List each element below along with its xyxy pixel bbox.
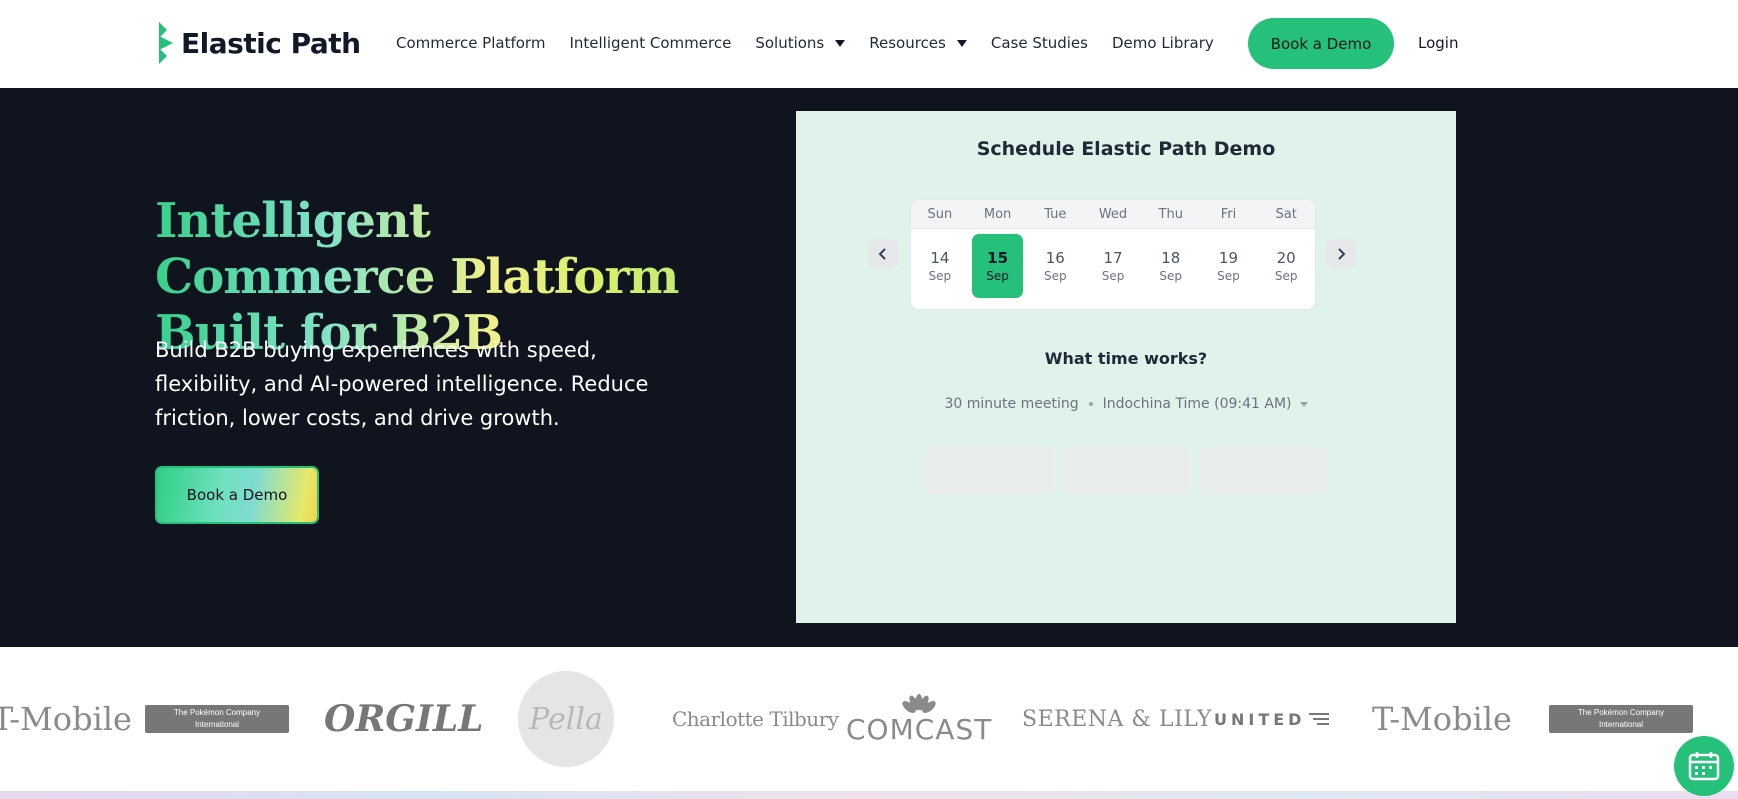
logo-serena-lily: SERENA & LILY: [1022, 647, 1212, 791]
logo-tmobile: T-Mobile: [0, 647, 132, 791]
day-month: Sep: [928, 269, 952, 283]
logo-text: The Pokémon Company International: [145, 705, 289, 733]
logo-text: UNITED: [1214, 709, 1306, 729]
nav-label: Solutions: [755, 34, 825, 52]
logo-text: COMCAST: [846, 712, 993, 746]
brand-name: Elastic Path: [181, 26, 361, 60]
weekday-label: Sat: [1275, 207, 1297, 222]
meeting-meta: 30 minute meeting Indochina Time (09:41 …: [796, 396, 1456, 412]
footer-gradient-strip: [0, 791, 1738, 799]
timezone-select[interactable]: Indochina Time (09:41 AM): [1103, 396, 1292, 412]
day-cell[interactable]: 14 Sep: [914, 234, 966, 298]
weekday-label: Sun: [927, 207, 953, 222]
time-slot-placeholder[interactable]: [925, 446, 1054, 495]
day-cell-selected[interactable]: 15 Sep: [971, 234, 1024, 298]
logo-text: Charlotte Tilbury: [672, 707, 839, 731]
caret-down-icon: [835, 39, 846, 47]
weekday-label: Wed: [1098, 207, 1128, 222]
logo-text: Pella: [529, 701, 603, 737]
logo-text: ORGILL: [324, 698, 484, 740]
logo-orgill: ORGILL: [324, 647, 484, 791]
nav-label: Case Studies: [990, 34, 1088, 52]
nav-demo-library[interactable]: Demo Library: [1112, 34, 1214, 52]
logo-text: T-Mobile: [1372, 700, 1512, 738]
book-demo-button-hero[interactable]: Book a Demo: [155, 466, 319, 524]
chevron-left-icon: [878, 248, 886, 260]
book-demo-button-header[interactable]: Book a Demo: [1248, 18, 1394, 69]
next-week-button[interactable]: [1326, 239, 1356, 269]
date-picker: Sun Mon Tue Wed Thu Fri Sat 14 Sep 15 Sep …: [910, 199, 1316, 310]
separator-dot: [1088, 402, 1093, 406]
day-cell[interactable]: 17 Sep: [1087, 234, 1139, 298]
time-slot-placeholder[interactable]: [1199, 446, 1328, 495]
scheduler-title: Schedule Elastic Path Demo: [976, 138, 1276, 160]
day-cell[interactable]: 20 Sep: [1260, 234, 1312, 298]
day-number: 18: [1161, 249, 1181, 267]
weekday-label: Mon: [983, 207, 1012, 222]
day-number: 14: [930, 249, 950, 267]
logo-text: T-Mobile: [0, 700, 132, 738]
logo-pella: Pella: [518, 647, 614, 791]
nav-case-studies[interactable]: Case Studies: [991, 34, 1088, 52]
prev-week-button[interactable]: [868, 239, 898, 269]
nav-solutions[interactable]: Solutions: [755, 34, 846, 52]
calendar-icon: [1688, 752, 1720, 781]
customer-logos: T-Mobile The Pokémon Company Internation…: [0, 647, 1738, 791]
day-cell[interactable]: 16 Sep: [1029, 234, 1081, 298]
brand-logo[interactable]: Elastic Path: [155, 22, 361, 64]
logo-text: The Pokémon Company International: [1549, 705, 1693, 733]
comcast-peacock-icon: [902, 693, 936, 713]
logo-comcast: COMCAST: [846, 647, 992, 791]
site-header: Elastic Path Commerce Platform Intellige…: [0, 0, 1738, 88]
calendar-fab-button[interactable]: [1674, 736, 1734, 796]
caret-down-icon: [1299, 401, 1308, 407]
day-number: 15: [987, 249, 1009, 267]
logo-text: SERENA & LILY: [1022, 706, 1212, 732]
meeting-duration: 30 minute meeting: [944, 396, 1079, 412]
hero-section: Intelligent Commerce Platform Built for …: [0, 88, 1738, 647]
logo-tmobile-2: T-Mobile: [1372, 647, 1512, 791]
day-month: Sep: [1101, 269, 1125, 283]
day-number: 16: [1045, 249, 1065, 267]
logo-united: UNITED: [1214, 647, 1330, 791]
chevron-right-icon: [1338, 248, 1346, 260]
day-month: Sep: [1043, 269, 1067, 283]
elastic-path-logo-icon: [159, 22, 173, 64]
time-slot-placeholder[interactable]: [1061, 446, 1190, 495]
time-question: What time works?: [1044, 349, 1208, 368]
day-row: 14 Sep 15 Sep 16 Sep 17 Sep 18 Sep 19 Sep 20 Se…: [911, 229, 1315, 298]
nav-label: Commerce Platform: [396, 34, 546, 52]
nav-label: Demo Library: [1111, 34, 1214, 52]
nav-intelligent-commerce[interactable]: Intelligent Commerce: [569, 34, 731, 52]
day-number: 20: [1276, 249, 1296, 267]
nav-label: Intelligent Commerce: [569, 34, 732, 52]
united-globe-icon: [1309, 713, 1330, 725]
logo-charlotte-tilbury: Charlotte Tilbury: [672, 647, 839, 791]
nav-label: Resources: [869, 34, 946, 52]
day-month: Sep: [1217, 269, 1240, 283]
logo-pokemon: The Pokémon Company International: [145, 647, 289, 791]
hero-subtitle: Build B2B buying experiences with speed,…: [155, 338, 649, 430]
day-number: 17: [1103, 249, 1123, 267]
nav-resources[interactable]: Resources: [869, 34, 967, 52]
day-number: 19: [1218, 249, 1238, 267]
logo-pokemon-2: The Pokémon Company International: [1549, 647, 1693, 791]
caret-down-icon: [956, 39, 967, 47]
demo-scheduler: Schedule Elastic Path Demo Sun Mon Tue W…: [796, 111, 1456, 623]
day-cell[interactable]: 18 Sep: [1145, 234, 1197, 298]
weekday-label: Thu: [1158, 207, 1183, 222]
main-nav: Commerce Platform Intelligent Commerce S…: [396, 34, 1238, 52]
weekday-label: Tue: [1044, 207, 1067, 222]
day-month: Sep: [1159, 269, 1183, 283]
day-cell[interactable]: 19 Sep: [1203, 234, 1255, 298]
login-link[interactable]: Login: [1418, 34, 1458, 52]
day-month: Sep: [1274, 269, 1298, 283]
day-month: Sep: [986, 269, 1009, 283]
weekday-header: Sun Mon Tue Wed Thu Fri Sat: [911, 200, 1315, 229]
weekday-label: Fri: [1220, 207, 1237, 222]
nav-commerce-platform[interactable]: Commerce Platform: [396, 34, 545, 52]
